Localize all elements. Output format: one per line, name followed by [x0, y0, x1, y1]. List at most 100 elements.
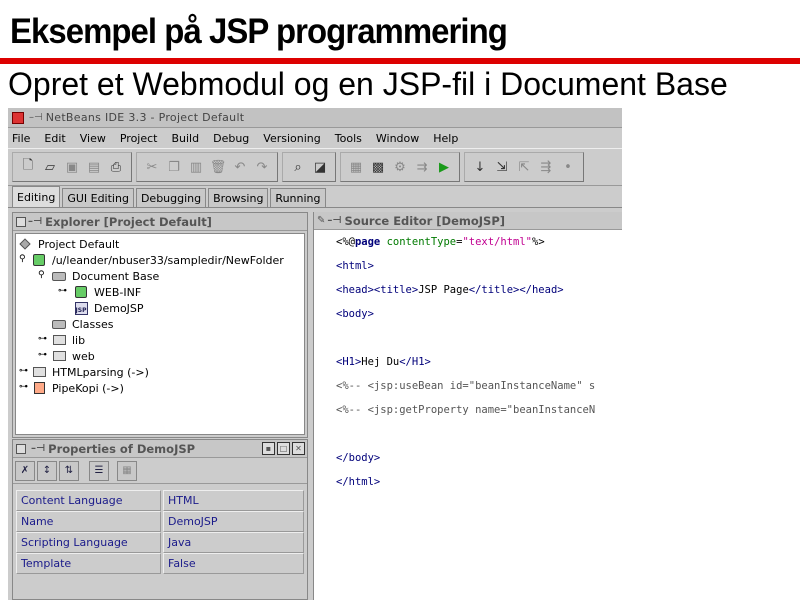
pin-icon[interactable]: –⊣	[29, 112, 43, 123]
tab-running[interactable]: Running	[270, 188, 326, 207]
ide-window-title: NetBeans IDE 3.3 - Project Default	[45, 111, 245, 124]
code-token: <H1>	[336, 356, 362, 368]
tree-expand-handle[interactable]: ⚲	[19, 254, 26, 264]
tree-node-label: DemoJSP	[94, 301, 144, 315]
tree-expand-handle[interactable]: ⊶	[19, 382, 28, 392]
menu-tools[interactable]: Tools	[335, 132, 362, 145]
sort-by-type-icon[interactable]: ⇅	[59, 460, 79, 481]
tree-expand-handle[interactable]: ⊶	[19, 366, 28, 376]
property-value[interactable]: DemoJSP	[163, 511, 304, 532]
tree-node-classes[interactable]: Classes	[52, 316, 113, 332]
save-all-icon[interactable]: ▤	[83, 156, 105, 178]
tab-editing[interactable]: Editing	[12, 186, 61, 207]
code-token: <%@	[336, 236, 355, 248]
menu-debug[interactable]: Debug	[213, 132, 249, 145]
deploy-icon[interactable]: ⇉	[411, 156, 433, 178]
tree-node-label: web	[72, 349, 95, 363]
menu-file[interactable]: File	[12, 132, 30, 145]
run-icon[interactable]: ▶	[433, 156, 455, 178]
code-line: <%-- <jsp:useBean id="beanInstanceName" …	[336, 380, 596, 392]
explorer-header[interactable]: –⊣ Explorer [Project Default]	[13, 213, 307, 231]
tree-node-htmlparsing[interactable]: HTMLparsing (->)	[32, 364, 149, 380]
find-icon[interactable]: ⌕	[287, 156, 309, 178]
tree-expand-handle[interactable]: ⊶	[38, 350, 47, 360]
slide-title: Eksempel på JSP programmering	[10, 12, 508, 51]
toolbar-edit-group: ✂ ❐ ▥ 🗑 ↶ ↷	[136, 152, 278, 182]
menu-project[interactable]: Project	[120, 132, 158, 145]
window-controls: ▪ □ ✕	[262, 442, 305, 455]
minimize-icon[interactable]: ▪	[262, 442, 275, 455]
tree-node-document-base[interactable]: Document Base	[52, 268, 159, 284]
step-out-icon[interactable]: ⇱	[513, 156, 535, 178]
tree-node-label: Project Default	[38, 237, 120, 251]
build-all-icon[interactable]: ⚙	[389, 156, 411, 178]
property-row: Name DemoJSP	[16, 511, 304, 532]
code-token: JSP Page	[418, 284, 469, 296]
properties-toolbar: ✗ ↕ ⇅ ☰ ▦	[13, 458, 307, 484]
open-icon[interactable]: ▱	[39, 156, 61, 178]
code-line: </body>	[336, 452, 381, 464]
menu-bar: File Edit View Project Build Debug Versi…	[8, 128, 622, 148]
compile-icon[interactable]: ▦	[345, 156, 367, 178]
property-value[interactable]: Java	[163, 532, 304, 553]
menu-window[interactable]: Window	[376, 132, 419, 145]
code-token: page	[354, 236, 381, 248]
code-line: <html>	[336, 260, 374, 272]
paste-icon[interactable]: ▥	[185, 156, 207, 178]
menu-edit[interactable]: Edit	[44, 132, 65, 145]
explorer-title: Explorer [Project Default]	[45, 214, 212, 229]
breakpoint-icon[interactable]: ↓	[469, 156, 491, 178]
folder-icon	[32, 366, 46, 378]
tree-node-pipekopi[interactable]: PipeKopi (->)	[32, 380, 124, 396]
menu-help[interactable]: Help	[433, 132, 458, 145]
tree-node-web[interactable]: web	[52, 348, 95, 364]
tree-expand-handle[interactable]: ⊶	[38, 334, 47, 344]
code-line: <body>	[336, 308, 374, 320]
tree-node-web-inf[interactable]: WEB-INF	[74, 284, 141, 300]
code-area[interactable]: <%@page contentType="text/html"%> <html>…	[336, 232, 622, 600]
source-editor-header[interactable]: ✎ –⊣ Source Editor [DemoJSP]	[314, 212, 622, 230]
tree-expand-handle[interactable]: ⚲	[38, 270, 45, 280]
title-underline	[0, 58, 800, 64]
tab-debugging[interactable]: Debugging	[135, 188, 207, 207]
tree-expand-handle[interactable]: ⊶	[58, 286, 67, 296]
property-value[interactable]: False	[163, 553, 304, 574]
tab-browsing[interactable]: Browsing	[208, 188, 269, 207]
redo-icon[interactable]: ↷	[251, 156, 273, 178]
tree-node-label: WEB-INF	[94, 285, 142, 299]
property-value[interactable]: HTML	[163, 490, 304, 511]
cut-icon[interactable]: ✂	[141, 156, 163, 178]
undo-icon[interactable]: ↶	[229, 156, 251, 178]
ide-title-bar[interactable]: –⊣ NetBeans IDE 3.3 - Project Default	[8, 108, 622, 128]
goto-icon[interactable]: ◪	[309, 156, 331, 178]
menu-view[interactable]: View	[80, 132, 106, 145]
copy-icon[interactable]: ❐	[163, 156, 185, 178]
show-editable-icon[interactable]: ☰	[89, 460, 109, 481]
pin-icon[interactable]: –⊣	[28, 216, 42, 227]
menu-versioning[interactable]: Versioning	[263, 132, 320, 145]
pin-icon[interactable]: –⊣	[327, 215, 341, 226]
step-into-icon[interactable]: ⇲	[491, 156, 513, 178]
close-icon[interactable]: ✕	[292, 442, 305, 455]
properties-header[interactable]: –⊣ Properties of DemoJSP ▪ □ ✕	[13, 440, 307, 458]
delete-icon[interactable]: 🗑	[207, 156, 229, 178]
tab-gui-editing[interactable]: GUI Editing	[62, 188, 134, 207]
tree-node-project[interactable]: Project Default	[18, 236, 119, 252]
menu-build[interactable]: Build	[171, 132, 199, 145]
unsorted-icon[interactable]: ✗	[15, 460, 35, 481]
print-icon[interactable]: ⎙	[105, 156, 127, 178]
new-icon[interactable]: 🗋	[17, 156, 39, 178]
maximize-icon[interactable]: □	[277, 442, 290, 455]
save-icon[interactable]: ▣	[61, 156, 83, 178]
netbeans-window: –⊣ NetBeans IDE 3.3 - Project Default Fi…	[8, 108, 622, 600]
tree-node-demojsp[interactable]: JSP DemoJSP	[74, 300, 144, 316]
more-icon[interactable]: •	[557, 156, 579, 178]
pin-icon[interactable]: –⊣	[31, 443, 45, 454]
continue-icon[interactable]: ⇶	[535, 156, 557, 178]
customize-icon[interactable]: ▦	[117, 460, 137, 481]
tree-node-filesystem[interactable]: /u/leander/nbuser33/sampledir/NewFolder	[32, 252, 284, 268]
sort-by-name-icon[interactable]: ↕	[37, 460, 57, 481]
build-icon[interactable]: ▩	[367, 156, 389, 178]
code-token: <head><title>	[336, 284, 419, 296]
tree-node-lib[interactable]: lib	[52, 332, 85, 348]
